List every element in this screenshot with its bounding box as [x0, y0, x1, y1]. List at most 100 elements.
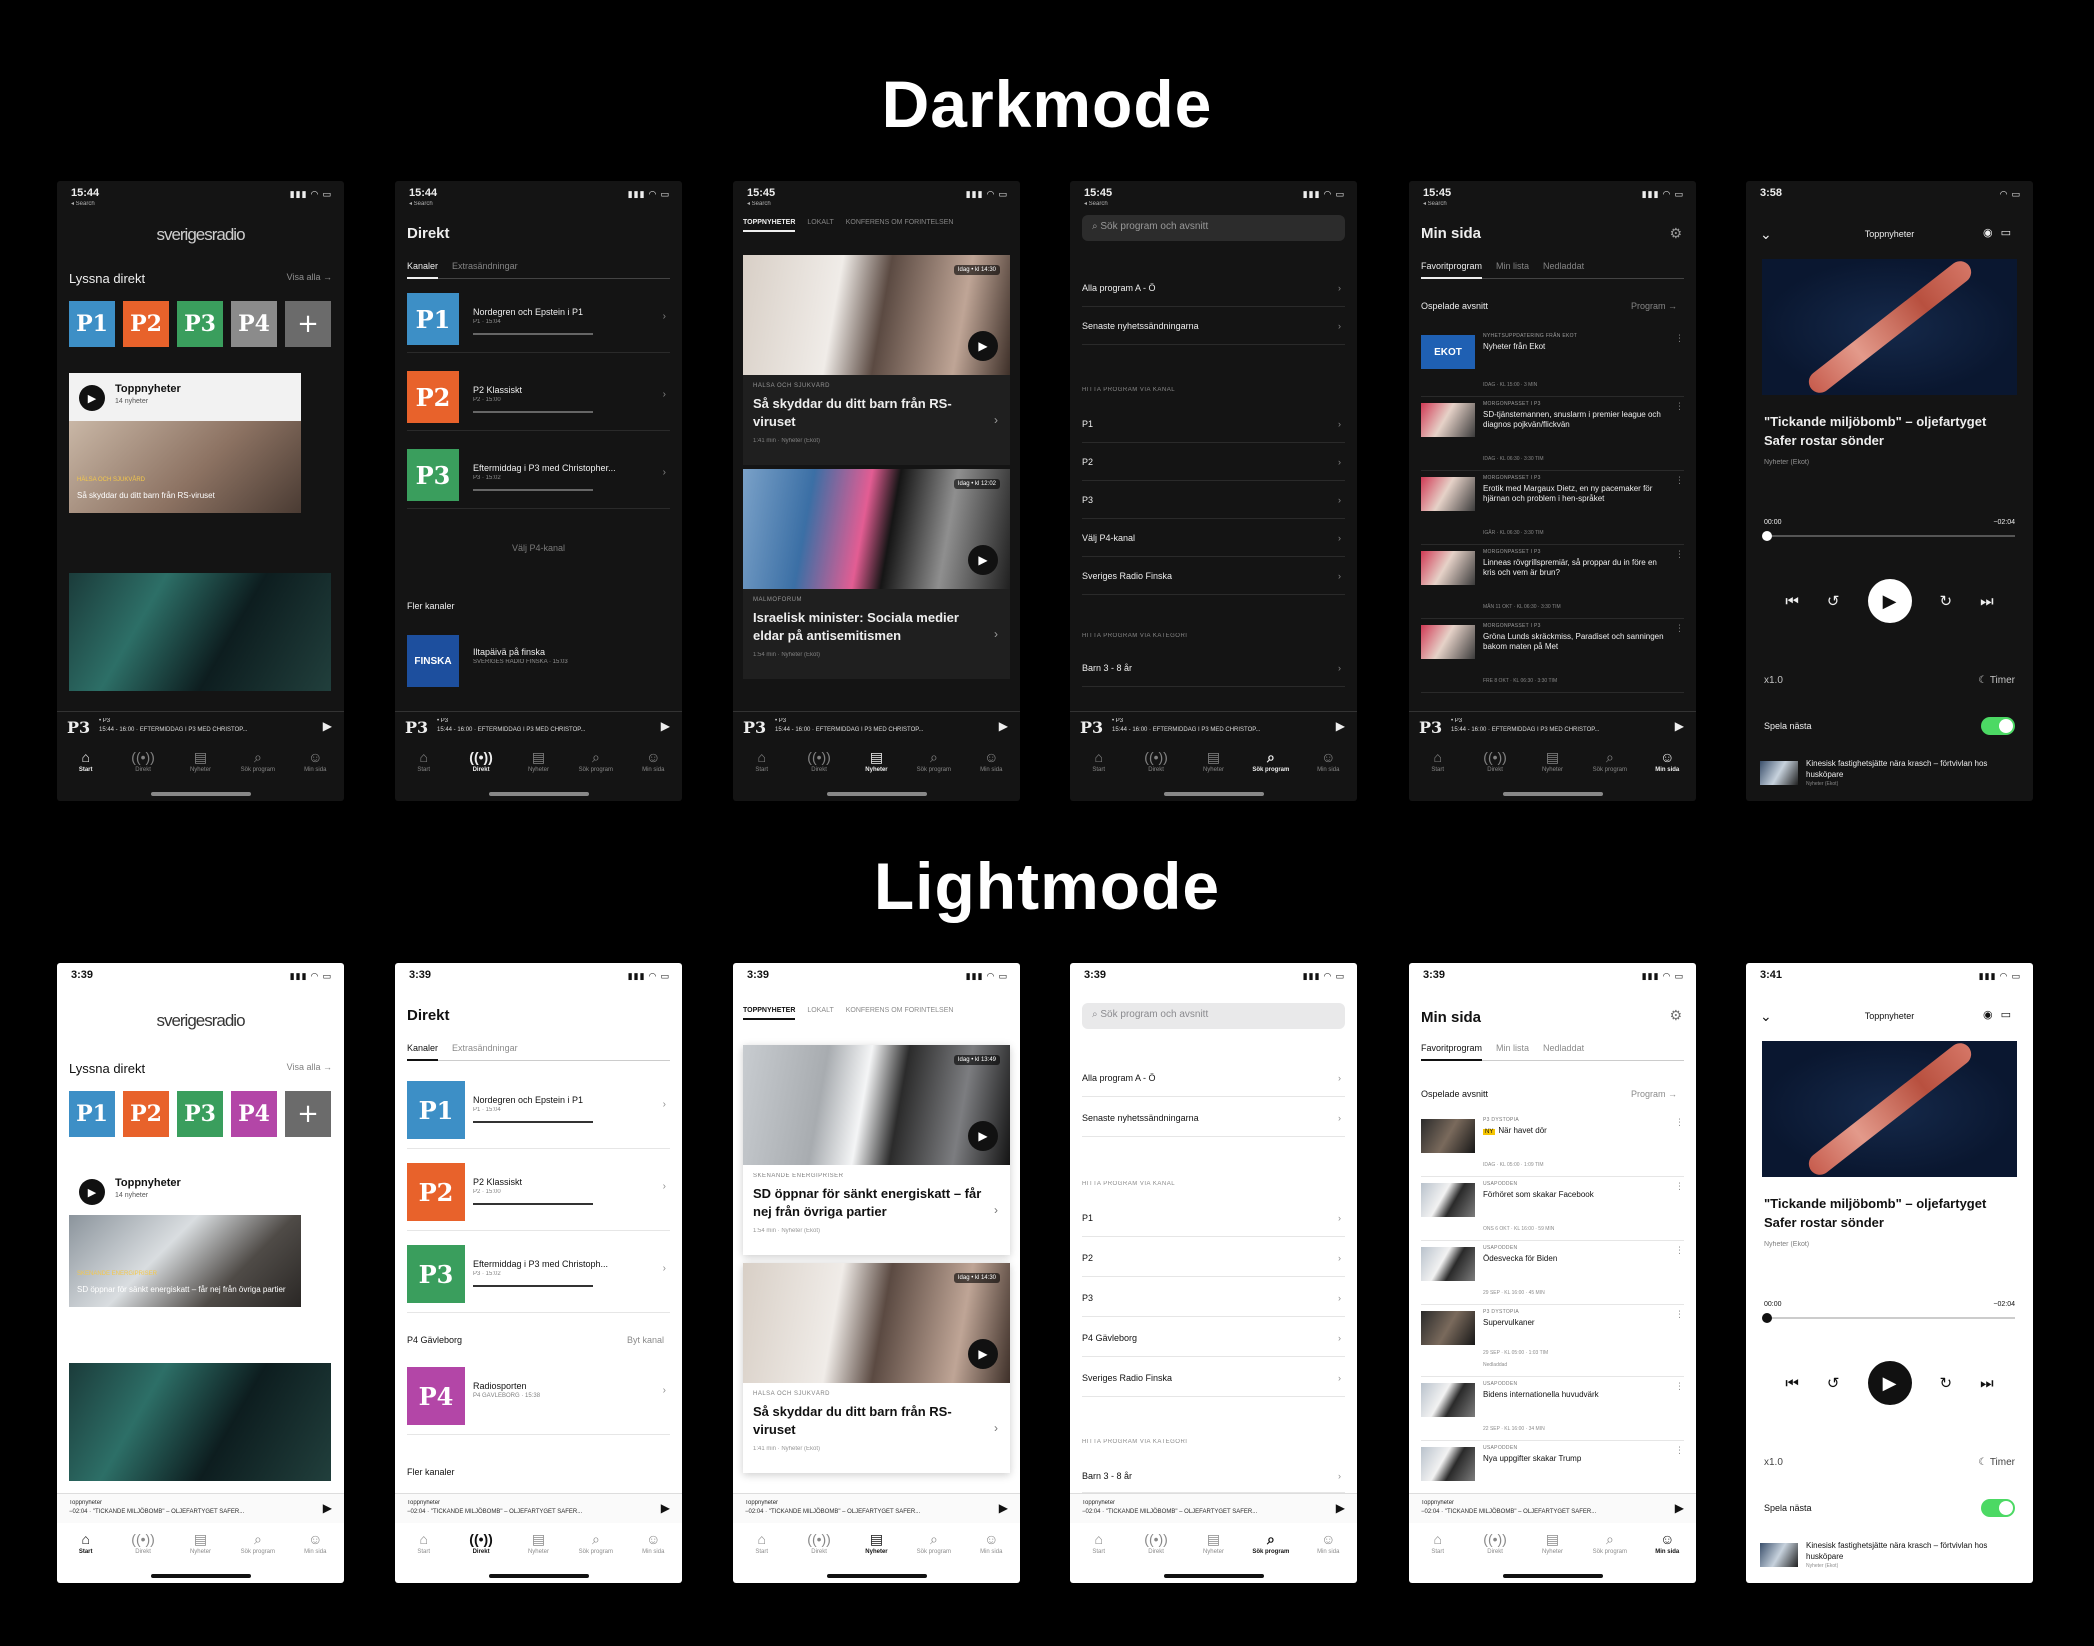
- see-all-link[interactable]: Visa alla →: [287, 272, 332, 282]
- tab-start[interactable]: ⌂ Start: [737, 1531, 787, 1569]
- tab-minsida[interactable]: ☺ Min sida: [966, 1531, 1016, 1569]
- tab-nyheter[interactable]: ▤ Nyheter: [175, 1531, 225, 1569]
- tab-nyheter[interactable]: ▤ Nyheter: [851, 1531, 901, 1569]
- episode-row[interactable]: MORGONPASSET I P3 Erotik med Margaux Diet…: [1421, 471, 1684, 545]
- timer-button[interactable]: ☾ Timer: [1978, 1457, 2015, 1468]
- tab-min-lista[interactable]: Min lista: [1496, 1043, 1529, 1060]
- search-channel-row[interactable]: P3 ›: [1082, 1279, 1345, 1317]
- mini-play-icon[interactable]: ▶: [323, 719, 332, 733]
- tab-nedladdat[interactable]: Nedladdat: [1543, 261, 1584, 278]
- gear-icon[interactable]: ⚙: [1669, 1007, 1682, 1024]
- mini-player[interactable]: Toppnyheter −02:04 · "TICKANDE MILJÖBOMB"…: [1070, 1493, 1357, 1523]
- play-icon[interactable]: ▶: [79, 385, 105, 411]
- play-icon[interactable]: ▶: [968, 1121, 998, 1151]
- tab-minsida[interactable]: ☺ Min sida: [1303, 1531, 1353, 1569]
- play-icon[interactable]: ▶: [1867, 1361, 1912, 1405]
- tab-min-lista[interactable]: Min lista: [1496, 261, 1529, 278]
- mini-play-icon[interactable]: ▶: [661, 719, 670, 733]
- tab-direkt[interactable]: ((•)) Direkt: [1470, 1531, 1520, 1569]
- tab-direkt[interactable]: ((•)) Direkt: [456, 749, 506, 787]
- tab-direkt[interactable]: ((•)) Direkt: [1470, 749, 1520, 787]
- channel-p3-tile[interactable]: P3: [177, 301, 223, 347]
- play-next-toggle[interactable]: [1981, 717, 2015, 735]
- mini-play-icon[interactable]: ▶: [999, 1501, 1008, 1515]
- mini-player[interactable]: P3 • P3 15:44 - 16:00 · EFTERMIDDAG I P3 …: [733, 711, 1020, 741]
- more-icon[interactable]: ⋮: [1675, 1117, 1684, 1128]
- tab-nyheter[interactable]: ▤ Nyheter: [1188, 1531, 1238, 1569]
- tab-minsida[interactable]: ☺ Min sida: [1642, 1531, 1692, 1569]
- mini-player[interactable]: P3 • P3 15:44 - 16:00 · EFTERMIDDAG I P3 …: [395, 711, 682, 741]
- program-teaser-image[interactable]: [69, 573, 331, 691]
- search-channel-row[interactable]: P1 ›: [1082, 405, 1345, 443]
- tab-nyheter[interactable]: ▤ Nyheter: [175, 749, 225, 787]
- tab-nyheter[interactable]: ▤ Nyheter: [851, 749, 901, 787]
- tab-direkt[interactable]: ((•)) Direkt: [794, 1531, 844, 1569]
- tab-sok[interactable]: ⌕ Sök program: [909, 749, 959, 787]
- more-icon[interactable]: ⋮: [1675, 1181, 1684, 1192]
- tab-sok[interactable]: ⌕ Sök program: [233, 749, 283, 787]
- tab-sok[interactable]: ⌕ Sök program: [1585, 749, 1635, 787]
- episode-row[interactable]: P3 DYSTOPIA NY När havet dör IDAG · KL 05:0…: [1421, 1113, 1684, 1177]
- change-channel-link[interactable]: Byt kanal: [627, 1335, 664, 1345]
- skip-forward-icon[interactable]: ⏭: [1980, 593, 1994, 610]
- mini-play-icon[interactable]: ▶: [323, 1501, 332, 1515]
- tab-sok[interactable]: ⌕ Sök program: [571, 1531, 621, 1569]
- channel-row-p1[interactable]: P1 Nordegren och Epstein i P1 P1 · 15:04 ›: [407, 1069, 670, 1149]
- more-icon[interactable]: ⋮: [1675, 401, 1684, 412]
- tab-nyheter[interactable]: ▤ Nyheter: [513, 1531, 563, 1569]
- more-icon[interactable]: ⋮: [1675, 333, 1684, 344]
- play-icon[interactable]: ▶: [79, 1179, 105, 1205]
- tab-minsida[interactable]: ☺ Min sida: [966, 749, 1016, 787]
- add-channel-tile[interactable]: +: [285, 301, 331, 347]
- more-icon[interactable]: ⋮: [1675, 475, 1684, 486]
- skip-back-icon[interactable]: ⏮: [1785, 593, 1799, 610]
- nav-toppnyheter[interactable]: TOPPNYHETER: [743, 1007, 796, 1020]
- tab-start[interactable]: ⌂ Start: [737, 749, 787, 787]
- mini-play-icon[interactable]: ▶: [1675, 1501, 1684, 1515]
- play-icon[interactable]: ▶: [968, 545, 998, 575]
- speed-button[interactable]: x1.0: [1764, 675, 1783, 686]
- tab-minsida[interactable]: ☺ Min sida: [1642, 749, 1692, 787]
- mini-player[interactable]: P3 • P3 15:44 - 16:00 · EFTERMIDDAG I P3 …: [1070, 711, 1357, 741]
- rewind-15-icon[interactable]: ↺: [1827, 592, 1840, 610]
- see-all-link[interactable]: Visa alla →: [287, 1062, 332, 1072]
- search-channel-row[interactable]: P1 ›: [1082, 1199, 1345, 1237]
- tab-sok[interactable]: ⌕ Sök program: [571, 749, 621, 787]
- tab-minsida[interactable]: ☺ Min sida: [290, 749, 340, 787]
- queue-item[interactable]: Kinesisk fastighetsjätte nära krasch – f…: [1760, 757, 2019, 791]
- tab-start[interactable]: ⌂ Start: [1074, 749, 1124, 787]
- channel-row-p1[interactable]: P1 Nordegren och Epstein i P1 P1 · 15:04 ›: [407, 281, 670, 353]
- top-news-card[interactable]: ▶ Toppnyheter 14 nyheter SKENANDE ENERGI…: [69, 1167, 301, 1307]
- mini-player[interactable]: P3 • P3 15:44 - 16:00 · EFTERMIDDAG I P3 …: [1409, 711, 1696, 741]
- tab-favoritprogram[interactable]: Favoritprogram: [1421, 261, 1483, 279]
- episode-row[interactable]: MORGONPASSET I P3 SD-tjänstemannen, snusl…: [1421, 397, 1684, 471]
- program-link[interactable]: Program →: [1631, 301, 1677, 311]
- tab-sok[interactable]: ⌕ Sök program: [1246, 749, 1296, 787]
- tab-direkt[interactable]: ((•)) Direkt: [118, 749, 168, 787]
- tab-start[interactable]: ⌂ Start: [1413, 1531, 1463, 1569]
- episode-row[interactable]: P3 DYSTOPIA Supervulkaner 29 SEP · KL 05:0…: [1421, 1305, 1684, 1377]
- all-programs-row[interactable]: Alla program A - Ö ›: [1082, 269, 1345, 307]
- progress-track[interactable]: [1764, 535, 2015, 537]
- tab-minsida[interactable]: ☺ Min sida: [628, 749, 678, 787]
- search-channel-row[interactable]: Sveriges Radio Finska ›: [1082, 1359, 1345, 1397]
- channel-row-p3[interactable]: P3 Eftermiddag i P3 med Christoph... P3 · …: [407, 1233, 670, 1313]
- finska-logo[interactable]: FINSKA: [407, 635, 459, 687]
- more-icon[interactable]: ⋮: [1675, 1381, 1684, 1392]
- tab-sok[interactable]: ⌕ Sök program: [233, 1531, 283, 1569]
- top-news-card[interactable]: ▶ Toppnyheter 14 nyheter HÄLSA OCH SJUKV…: [69, 373, 301, 513]
- rewind-15-icon[interactable]: ↺: [1827, 1374, 1840, 1392]
- add-channel-tile[interactable]: +: [285, 1091, 331, 1137]
- tab-direkt[interactable]: ((•)) Direkt: [794, 749, 844, 787]
- channel-row-p2[interactable]: P2 P2 Klassiskt P2 · 15:00 ›: [407, 1151, 670, 1231]
- search-input[interactable]: ⌕ Sök program och avsnitt: [1082, 1003, 1345, 1029]
- news-card-israel[interactable]: Idag • kl 12:02 ▶ MALMÖFORUM Israelisk m…: [743, 469, 1010, 679]
- play-icon[interactable]: ▶: [968, 1339, 998, 1369]
- tab-nyheter[interactable]: ▤ Nyheter: [1527, 749, 1577, 787]
- progress-track[interactable]: [1764, 1317, 2015, 1319]
- airplay-cast-icon[interactable]: ◉▭: [1983, 226, 2019, 239]
- tab-kanaler[interactable]: Kanaler: [407, 1043, 439, 1061]
- episode-row[interactable]: MORGONPASSET I P3 Linneas rövgrillspremiä…: [1421, 545, 1684, 619]
- channel-row-p2[interactable]: P2 P2 Klassiskt P2 · 15:00 ›: [407, 359, 670, 431]
- latest-news-row[interactable]: Senaste nyhetssändningarna ›: [1082, 1099, 1345, 1137]
